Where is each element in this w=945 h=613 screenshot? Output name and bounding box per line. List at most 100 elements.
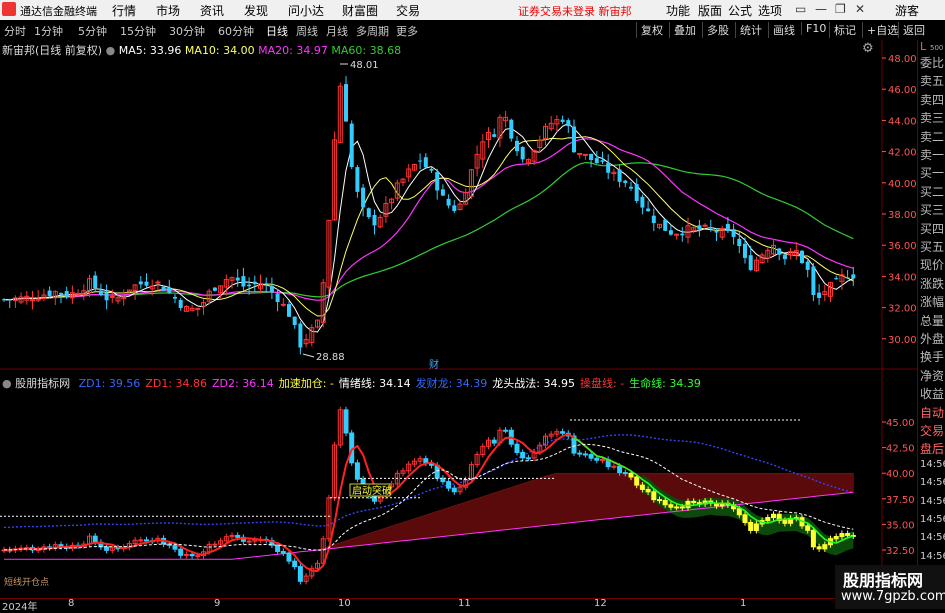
side-panel-item[interactable]: 卖五 <box>920 72 944 89</box>
side-panel-item[interactable]: 14:56 <box>920 477 945 488</box>
menu-gongshi[interactable]: 公式 <box>728 2 752 19</box>
side-panel-item[interactable]: 涨幅 <box>920 293 944 310</box>
indicator-candle <box>736 508 742 516</box>
candle-down <box>634 184 639 202</box>
side-panel-item[interactable]: 外盘 <box>920 330 944 347</box>
period-30min[interactable]: 30分钟 <box>169 23 205 39</box>
minimize-panel-icon[interactable]: ▭ <box>795 2 806 16</box>
side-panel-item[interactable]: 涨跌 <box>920 275 944 292</box>
btn-tongji[interactable]: 统计 <box>735 22 762 38</box>
kline-chart[interactable]: 48.00 46.00 44.00 42.00 40.00 38.00 36.00 34.00… <box>0 40 917 370</box>
btn-duogu[interactable]: 多股 <box>702 22 729 38</box>
candle-down <box>800 250 804 264</box>
login-notice[interactable]: 证券交易未登录 新宙邦 <box>518 3 632 19</box>
menu-zixun[interactable]: 资讯 <box>200 2 224 19</box>
side-panel-item[interactable]: 买一 <box>920 164 944 181</box>
side-panel-item[interactable]: 净资 <box>920 367 944 384</box>
indicator-legend-item: ZD2: 36.14 <box>212 377 274 390</box>
indicator-candle <box>810 529 816 548</box>
dot-icon: ● <box>105 44 116 57</box>
indicator-name[interactable]: 股朋指标网 <box>15 377 70 390</box>
price-axis-label: 32.00 <box>888 304 917 315</box>
main-chart-header: 新宙邦(日线 前复权) ● MA5: 33.96 MA10: 34.00 MA2… <box>2 42 401 58</box>
side-panel-item[interactable]: 总量 <box>920 312 944 329</box>
btn-zixuan[interactable]: +自选 <box>862 22 898 38</box>
side-panel-item[interactable]: 卖四 <box>920 91 944 108</box>
period-daily[interactable]: 日线 <box>266 23 288 39</box>
period-1min[interactable]: 1分钟 <box>34 23 63 39</box>
event-marker[interactable]: 财 <box>429 358 439 370</box>
menu-jiaoyi[interactable]: 交易 <box>396 2 420 19</box>
menu-xuanxiang[interactable]: 选项 <box>758 2 782 19</box>
period-fenshi[interactable]: 分时 <box>4 23 26 39</box>
side-panel-item[interactable]: 卖一 <box>920 146 944 163</box>
menu-hangqing[interactable]: 行情 <box>112 2 136 19</box>
close-icon[interactable]: ✕ <box>855 2 865 16</box>
indicator-candle <box>833 536 839 540</box>
side-panel-item[interactable]: 14:56 <box>920 459 945 470</box>
period-weekly[interactable]: 周线 <box>296 23 318 39</box>
indicator-candle <box>92 535 98 543</box>
candle-down <box>235 277 240 281</box>
indicator-candle <box>748 521 754 531</box>
indicator-candle <box>189 553 195 557</box>
period-toolbar: 分时 1分钟 5分钟 15分钟 30分钟 60分钟 日线 周线 月线 多周期 更… <box>0 20 945 41</box>
candle-down <box>851 274 856 279</box>
period-monthly[interactable]: 月线 <box>326 23 348 39</box>
guest-label[interactable]: 游客 <box>895 2 919 19</box>
side-panel-item[interactable]: 现价 <box>920 256 944 273</box>
indicator-chart[interactable]: 45.00 42.50 40.00 37.50 35.00 32.50 启动突破 短线开仓… <box>0 370 917 598</box>
candle-down <box>252 281 257 285</box>
period-60min[interactable]: 60分钟 <box>218 23 254 39</box>
side-panel-item[interactable]: 委比 <box>920 54 944 71</box>
stock-name[interactable]: 新宙邦(日线 前复权) <box>2 44 102 57</box>
side-panel-item[interactable]: 14:56 <box>920 496 945 507</box>
side-panel-item[interactable]: 盘后 <box>920 440 944 457</box>
side-panel-item[interactable]: 换手 <box>920 348 944 365</box>
indicator-legend-item: ZD1: 34.86 <box>145 377 208 390</box>
price-axis-label: 38.00 <box>888 210 917 221</box>
menu-faxian[interactable]: 发现 <box>244 2 268 19</box>
period-more[interactable]: 更多 <box>396 23 418 39</box>
side-panel-item[interactable]: 买五 <box>920 238 944 255</box>
btn-fanhui[interactable]: 返回 <box>898 22 925 38</box>
menu-caifuquan[interactable]: 财富圈 <box>342 2 378 19</box>
side-panel-item[interactable]: 买三 <box>920 201 944 218</box>
indicator-candle <box>668 504 674 508</box>
side-panel-item[interactable]: 买四 <box>920 220 944 237</box>
candle-down <box>600 160 605 162</box>
side-panel-item[interactable]: 14:56 <box>920 514 945 525</box>
menu-wenxiaoda[interactable]: 问小达 <box>288 2 324 19</box>
period-15min[interactable]: 15分钟 <box>120 23 156 39</box>
side-panel-item[interactable]: 收益 <box>920 385 944 402</box>
btn-fuquan[interactable]: 复权 <box>636 22 663 38</box>
minimize-icon[interactable]: — <box>815 2 827 16</box>
candle-down <box>173 296 177 299</box>
period-multi[interactable]: 多周期 <box>356 23 389 39</box>
btn-f10[interactable]: F10 <box>801 22 826 35</box>
side-panel-item[interactable]: 14:56 <box>920 551 945 562</box>
side-panel-item[interactable]: 卖三 <box>920 109 944 126</box>
candle-down <box>264 284 269 286</box>
candle-down <box>429 168 434 171</box>
side-panel-item[interactable]: 买二 <box>920 183 944 200</box>
menu-banmian[interactable]: 版面 <box>698 2 722 19</box>
side-panel-item[interactable]: 14:56 <box>920 532 945 543</box>
candle-down <box>212 287 217 291</box>
btn-huaxian[interactable]: 画线 <box>768 22 795 38</box>
period-5min[interactable]: 5分钟 <box>78 23 107 39</box>
menu-shichang[interactable]: 市场 <box>156 2 180 19</box>
settings-gear-icon[interactable]: ⚙ <box>862 42 876 56</box>
restore-icon[interactable]: ❐ <box>835 2 846 16</box>
menu-gongneng[interactable]: 功能 <box>666 2 690 19</box>
candle-down <box>811 266 816 295</box>
side-panel-item[interactable]: 卖二 <box>920 128 944 145</box>
btn-diejia[interactable]: 叠加 <box>669 22 696 38</box>
indicator-axis-label: 45.00 <box>886 418 915 429</box>
side-panel-item[interactable]: 交易 <box>920 422 944 439</box>
side-panel-item[interactable]: 自动 <box>920 404 944 421</box>
candle-down <box>560 119 565 122</box>
btn-biaoji[interactable]: 标记 <box>829 22 856 38</box>
date-axis: 2024年 8 9 10 11 12 1 <box>0 598 917 613</box>
panel-top-sub: 500 <box>930 44 944 52</box>
